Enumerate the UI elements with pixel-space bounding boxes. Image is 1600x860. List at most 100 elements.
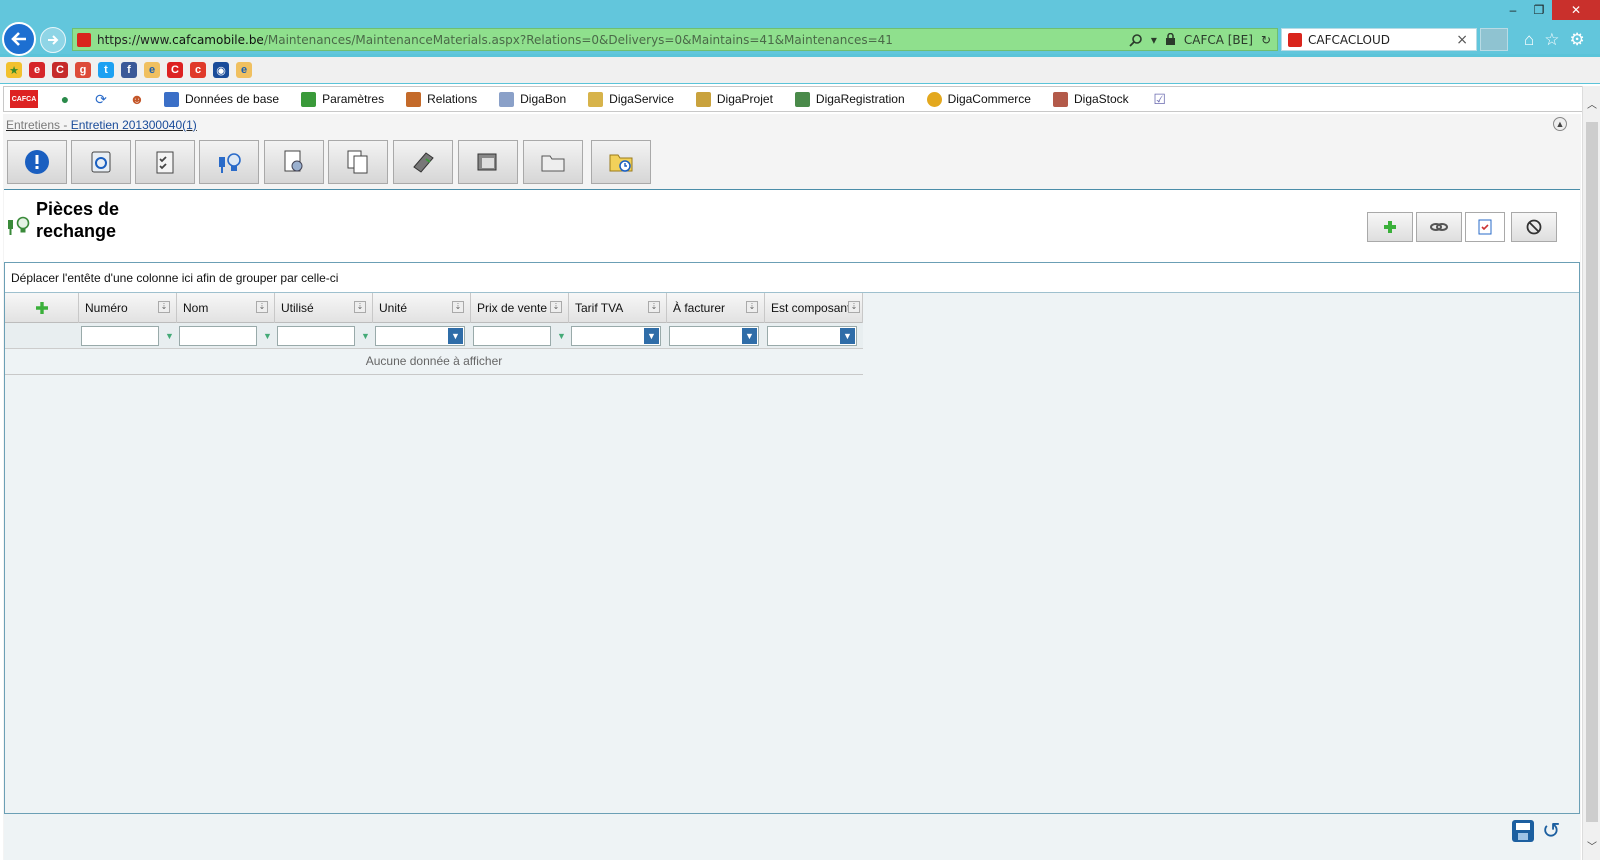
favorite-cafca-icon[interactable]: C bbox=[52, 62, 68, 78]
refresh-icon[interactable]: ↺ bbox=[1542, 820, 1564, 842]
globe-icon[interactable]: ◉ bbox=[213, 62, 229, 78]
group-by-panel[interactable]: Déplacer l'entête d'une colonne ici afin… bbox=[5, 263, 1579, 293]
filter-numero-input[interactable] bbox=[81, 326, 159, 346]
forward-button[interactable] bbox=[40, 27, 66, 53]
archive-button[interactable] bbox=[458, 140, 518, 184]
menu-digaprojet[interactable]: DigaProjet bbox=[695, 91, 773, 107]
google-plus-icon[interactable]: g bbox=[75, 62, 91, 78]
chevron-down-icon[interactable]: ▼ bbox=[742, 328, 757, 344]
column-menu-icon[interactable]: ⇣ bbox=[354, 301, 366, 313]
menu-digabon[interactable]: DigaBon bbox=[499, 91, 566, 107]
favorite-c-icon[interactable]: c bbox=[190, 62, 206, 78]
documents-button[interactable] bbox=[328, 140, 388, 184]
chevron-down-icon[interactable]: ▼ bbox=[644, 328, 659, 344]
site-identity[interactable]: CAFCA [BE] bbox=[1184, 33, 1253, 47]
filter-icon[interactable]: ▼ bbox=[557, 331, 566, 341]
lock-icon[interactable] bbox=[1165, 33, 1176, 46]
scheduled-folder-button[interactable] bbox=[591, 140, 651, 184]
collapse-up-icon[interactable]: ▲ bbox=[1553, 117, 1567, 131]
filter-icon[interactable]: ▼ bbox=[263, 331, 272, 341]
scroll-thumb[interactable] bbox=[1586, 122, 1598, 822]
add-row-button[interactable] bbox=[5, 293, 79, 323]
chevron-down-icon[interactable]: ▼ bbox=[840, 328, 855, 344]
refresh-icon[interactable]: ↻ bbox=[1261, 33, 1271, 47]
column-menu-icon[interactable]: ⇣ bbox=[158, 301, 170, 313]
filter-composant-dropdown[interactable]: ▼ bbox=[767, 326, 857, 346]
column-header-numero[interactable]: Numéro ⇣ bbox=[79, 293, 177, 323]
menu-digaservice[interactable]: DigaService bbox=[588, 91, 674, 107]
filter-unite-dropdown[interactable]: ▼ bbox=[375, 326, 465, 346]
filter-icon[interactable]: ▼ bbox=[361, 331, 370, 341]
search-icon[interactable] bbox=[1129, 33, 1143, 47]
column-header-a-facturer[interactable]: À facturer ⇣ bbox=[667, 293, 765, 323]
close-window-button[interactable]: ✕ bbox=[1552, 0, 1600, 20]
menu-digaregistration[interactable]: DigaRegistration bbox=[794, 91, 905, 107]
filter-icon[interactable]: ▼ bbox=[165, 331, 174, 341]
column-menu-icon[interactable]: ⇣ bbox=[848, 301, 860, 313]
info-button[interactable] bbox=[7, 140, 67, 184]
checklist-icon[interactable]: ☑ bbox=[1151, 90, 1169, 108]
favorite-e-icon[interactable]: e bbox=[29, 62, 45, 78]
sync-icon[interactable]: ⟳ bbox=[92, 90, 110, 108]
star-icon[interactable]: ☆ bbox=[1544, 30, 1559, 50]
column-menu-icon[interactable]: ⇣ bbox=[256, 301, 268, 313]
save-icon[interactable] bbox=[1512, 820, 1534, 842]
filter-prix-input[interactable] bbox=[473, 326, 551, 346]
user-icon[interactable]: ☻ bbox=[128, 90, 146, 108]
filter-nom-input[interactable] bbox=[179, 326, 257, 346]
column-menu-icon[interactable]: ⇣ bbox=[746, 301, 758, 313]
minimize-button[interactable]: – bbox=[1500, 0, 1526, 20]
column-header-tarif-tva[interactable]: Tarif TVA ⇣ bbox=[569, 293, 667, 323]
facebook-icon[interactable]: f bbox=[121, 62, 137, 78]
column-header-prix-de-vente[interactable]: Prix de vente ⇣ bbox=[471, 293, 569, 323]
menu-digastock[interactable]: DigaStock bbox=[1052, 91, 1129, 107]
spare-parts-button[interactable] bbox=[199, 140, 259, 184]
cancel-button[interactable] bbox=[1511, 212, 1557, 242]
checklist-button[interactable] bbox=[135, 140, 195, 184]
add-favorite-icon[interactable]: ★ bbox=[6, 62, 22, 78]
column-header-unite[interactable]: Unité ⇣ bbox=[373, 293, 471, 323]
tab-close-icon[interactable]: × bbox=[1456, 32, 1468, 48]
column-header-est-composant[interactable]: Est composant ⇣ bbox=[765, 293, 863, 323]
breadcrumb-current[interactable]: Entretien 201300040(1) bbox=[71, 118, 197, 132]
column-menu-icon[interactable]: ⇣ bbox=[648, 301, 660, 313]
back-button[interactable] bbox=[2, 22, 36, 56]
add-button[interactable] bbox=[1367, 212, 1413, 242]
breadcrumb-root[interactable]: Entretiens bbox=[6, 118, 60, 132]
menu-digacommerce[interactable]: DigaCommerce bbox=[926, 91, 1031, 107]
page-footer: ↺ bbox=[4, 814, 1580, 860]
favorite-cafca2-icon[interactable]: C bbox=[167, 62, 183, 78]
scroll-up-icon[interactable]: ︿ bbox=[1586, 100, 1598, 112]
folder-button[interactable] bbox=[523, 140, 583, 184]
menu-donnees-de-base[interactable]: Données de base bbox=[164, 91, 279, 107]
globe-menu-icon[interactable]: ● bbox=[56, 90, 74, 108]
filter-utilise-input[interactable] bbox=[277, 326, 355, 346]
filter-facturer-dropdown[interactable]: ▼ bbox=[669, 326, 759, 346]
column-header-utilise[interactable]: Utilisé ⇣ bbox=[275, 293, 373, 323]
address-bar[interactable]: https://www. cafcamobile.be/Maintenances/… bbox=[72, 28, 1278, 51]
ie-page2-icon[interactable]: e bbox=[236, 62, 252, 78]
chevron-down-icon[interactable]: ▼ bbox=[448, 328, 463, 344]
scroll-down-icon[interactable]: ﹀ bbox=[1586, 842, 1598, 854]
menu-parametres[interactable]: Paramètres bbox=[301, 91, 384, 107]
browser-tab[interactable]: CAFCACLOUD × bbox=[1281, 28, 1477, 51]
clipboard-button[interactable] bbox=[1465, 212, 1505, 242]
cafca-logo[interactable]: CAFCA bbox=[10, 90, 38, 108]
ie-page-icon[interactable]: e bbox=[144, 62, 160, 78]
new-tab-button[interactable] bbox=[1480, 28, 1508, 51]
notebook-button[interactable] bbox=[393, 140, 453, 184]
machine-button[interactable] bbox=[71, 140, 131, 184]
maximize-button[interactable]: ❐ bbox=[1526, 0, 1552, 20]
column-menu-icon[interactable]: ⇣ bbox=[550, 301, 562, 313]
gear-icon[interactable]: ⚙ bbox=[1570, 30, 1585, 50]
column-header-nom[interactable]: Nom ⇣ bbox=[177, 293, 275, 323]
dropdown-arrow-icon[interactable]: ▾ bbox=[1151, 33, 1157, 47]
unlink-button[interactable] bbox=[1416, 212, 1462, 242]
settings-doc-button[interactable] bbox=[264, 140, 324, 184]
filter-tva-dropdown[interactable]: ▼ bbox=[571, 326, 661, 346]
home-icon[interactable]: ⌂ bbox=[1524, 30, 1534, 50]
column-menu-icon[interactable]: ⇣ bbox=[452, 301, 464, 313]
page-scrollbar[interactable]: ︿ ﹀ bbox=[1582, 86, 1600, 860]
menu-relations[interactable]: Relations bbox=[406, 91, 477, 107]
twitter-icon[interactable]: t bbox=[98, 62, 114, 78]
